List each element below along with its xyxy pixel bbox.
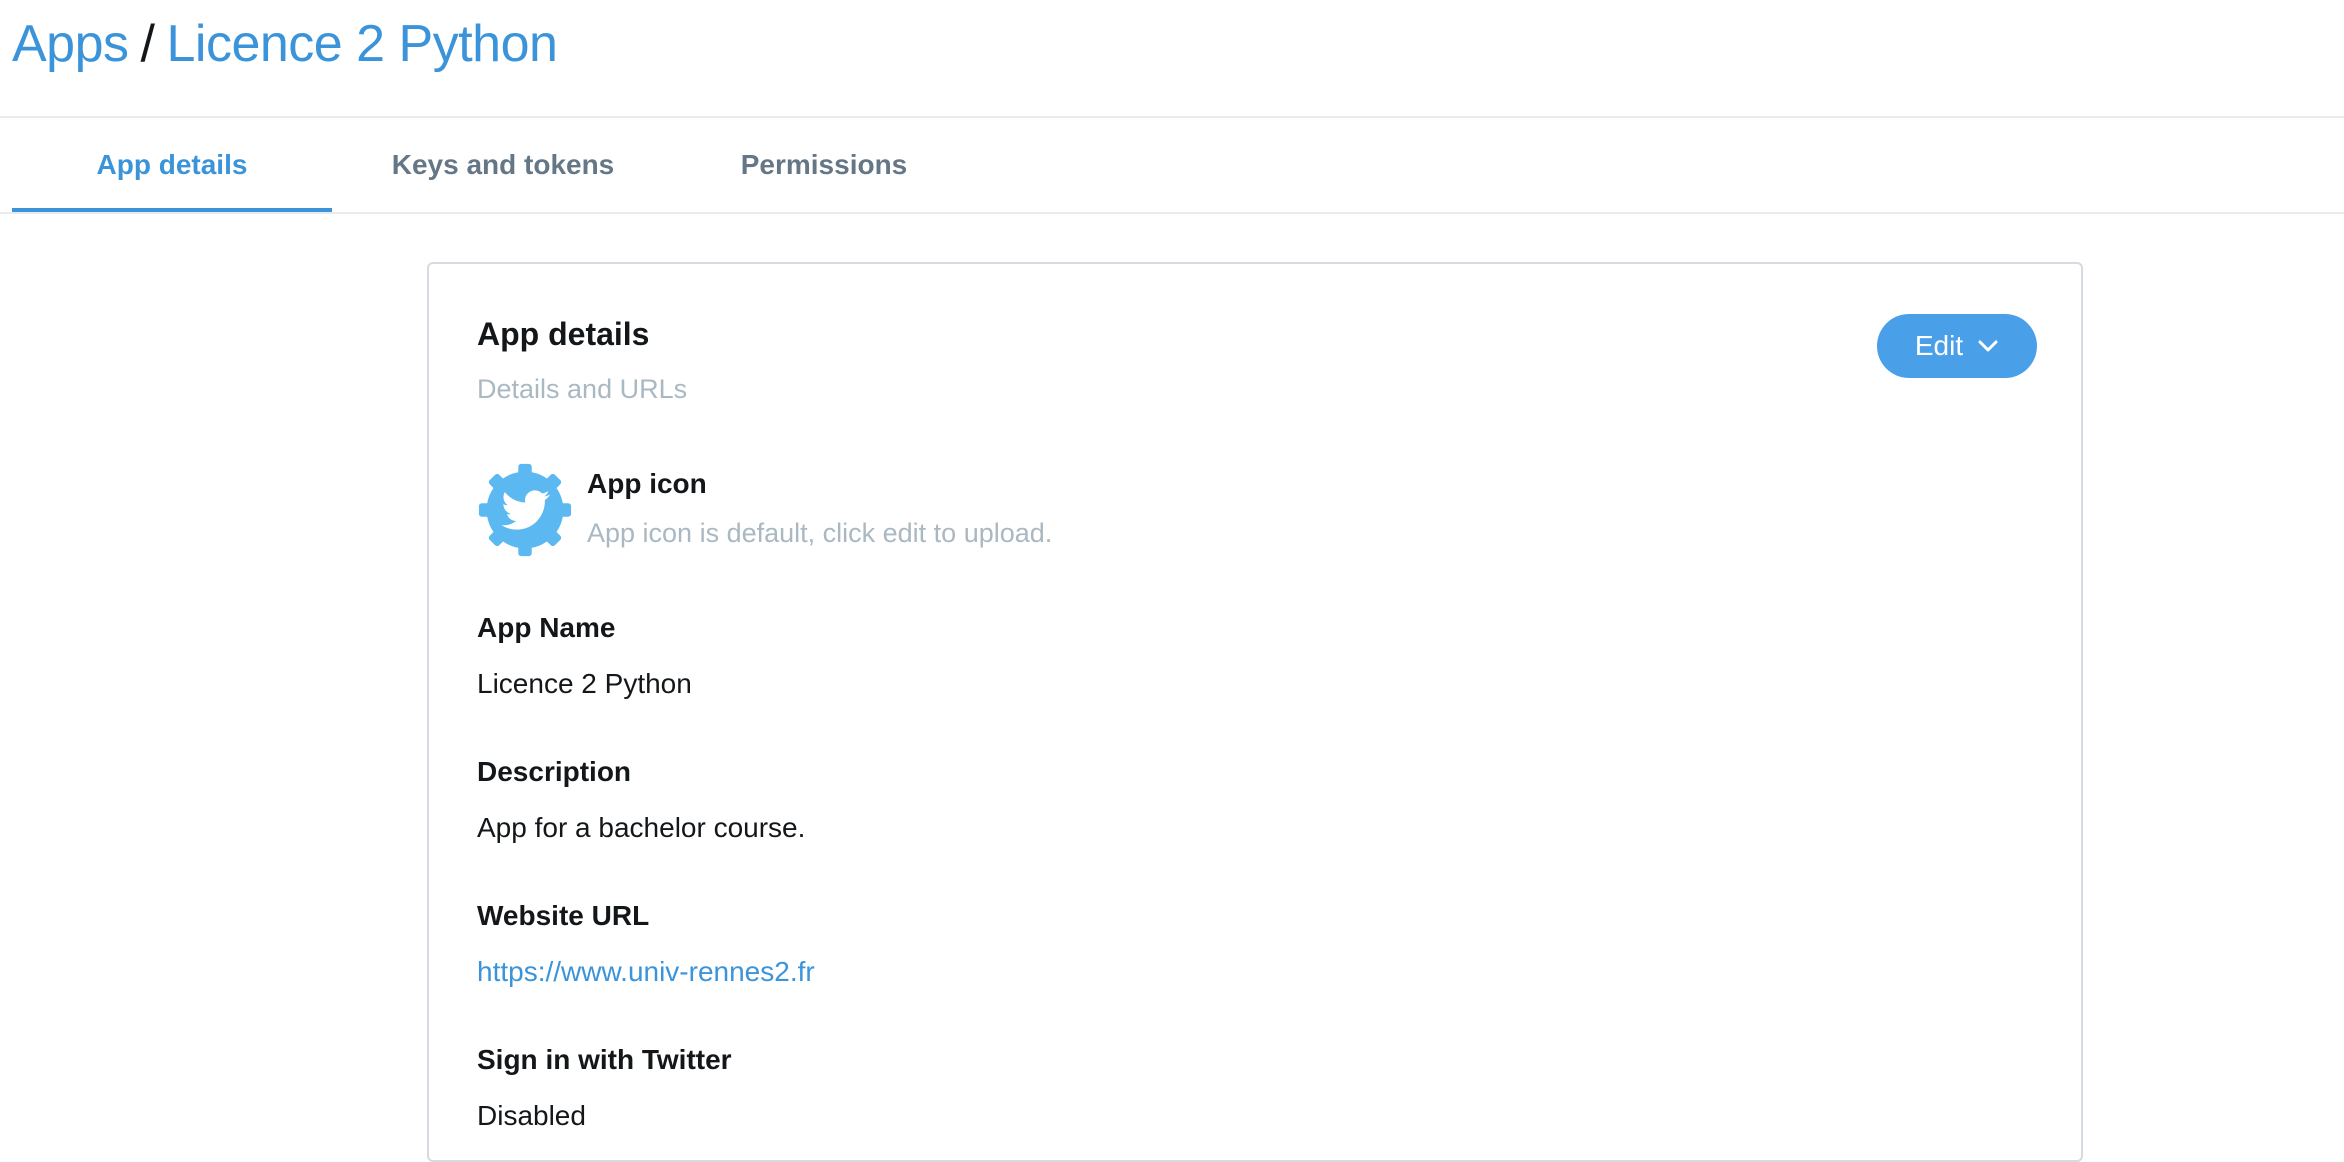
breadcrumb-apps-link[interactable]: Apps: [12, 15, 129, 73]
tab-permissions[interactable]: Permissions: [674, 118, 974, 212]
breadcrumb-separator: /: [140, 15, 155, 73]
breadcrumb-current-app[interactable]: Licence 2 Python: [166, 15, 557, 73]
website-url-label: Website URL: [477, 900, 650, 931]
twitter-gear-icon: [478, 463, 572, 557]
edit-button-label: Edit: [1914, 330, 1964, 361]
card-subtitle: Details and URLs: [477, 374, 688, 404]
app-icon-description: App icon is default, click edit to uploa…: [587, 518, 1053, 548]
description-label: Description: [477, 756, 632, 787]
breadcrumb: Apps / Licence 2 Python: [12, 14, 558, 74]
app-details-card: App details Details and URLs Edit App ic…: [427, 262, 2083, 1162]
tab-app-details[interactable]: App details: [12, 118, 332, 212]
description-value: App for a bachelor course.: [477, 812, 806, 843]
card-title: App details: [477, 316, 650, 352]
app-name-value: Licence 2 Python: [477, 668, 692, 699]
chevron-down-icon: [1978, 340, 1998, 352]
app-name-label: App Name: [477, 612, 616, 643]
tab-keys-and-tokens[interactable]: Keys and tokens: [332, 118, 674, 212]
edit-button[interactable]: Edit: [1877, 314, 2037, 378]
app-icon-title: App icon: [587, 468, 707, 499]
website-url-link[interactable]: https://www.univ-rennes2.fr: [477, 956, 815, 988]
sign-in-with-twitter-label: Sign in with Twitter: [477, 1044, 732, 1075]
tabs-divider: [0, 212, 2344, 214]
sign-in-with-twitter-value: Disabled: [477, 1100, 586, 1131]
